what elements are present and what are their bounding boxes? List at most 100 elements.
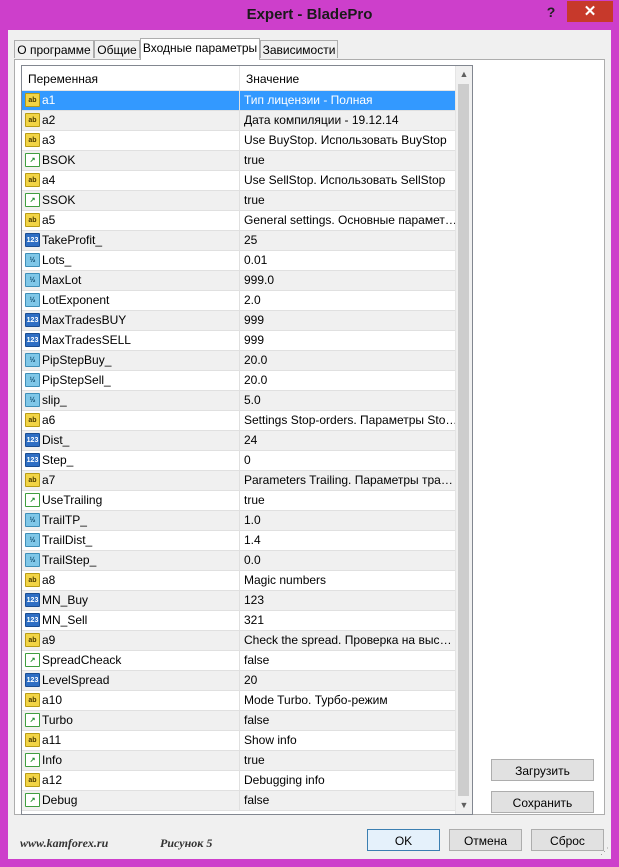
value-cell[interactable]: Mode Turbo. Турбо-режим — [240, 691, 458, 710]
table-row[interactable]: 123 Step_ 0 — [22, 451, 458, 471]
value-cell[interactable]: 321 — [240, 611, 458, 630]
variable-cell[interactable]: ↗ BSOK — [22, 151, 240, 170]
value-cell[interactable]: 0.01 — [240, 251, 458, 270]
table-row[interactable]: ½ TrailStep_ 0.0 — [22, 551, 458, 571]
variable-cell[interactable]: ab a9 — [22, 631, 240, 650]
table-row[interactable]: ½ LotExponent 2.0 — [22, 291, 458, 311]
value-cell[interactable]: 123 — [240, 591, 458, 610]
table-row[interactable]: ab a4 Use SellStop. Использовать SellStop — [22, 171, 458, 191]
table-row[interactable]: ½ MaxLot 999.0 — [22, 271, 458, 291]
value-cell[interactable]: Check the spread. Проверка на высокий... — [240, 631, 458, 650]
variable-cell[interactable]: 123 MN_Sell — [22, 611, 240, 630]
tab-inputs[interactable]: Входные параметры — [140, 38, 260, 60]
value-cell[interactable]: Debugging info — [240, 771, 458, 790]
variable-cell[interactable]: ↗ SpreadCheack — [22, 651, 240, 670]
scroll-up-icon[interactable]: ▲ — [456, 66, 472, 83]
table-row[interactable]: ↗ Debug false — [22, 791, 458, 811]
table-row[interactable]: ½ PipStepSell_ 20.0 — [22, 371, 458, 391]
variable-cell[interactable]: ½ LotExponent — [22, 291, 240, 310]
value-cell[interactable]: true — [240, 751, 458, 770]
table-row[interactable]: ab a11 Show info — [22, 731, 458, 751]
value-cell[interactable]: false — [240, 711, 458, 730]
value-cell[interactable]: Settings Stop-orders. Параметры Stop-op.… — [240, 411, 458, 430]
value-cell[interactable]: 1.4 — [240, 531, 458, 550]
variable-cell[interactable]: 123 LevelSpread — [22, 671, 240, 690]
value-cell[interactable]: Use BuyStop. Использовать BuyStop — [240, 131, 458, 150]
value-cell[interactable]: Use SellStop. Использовать SellStop — [240, 171, 458, 190]
table-row[interactable]: ab a1 Тип лицензии - Полная — [22, 91, 458, 111]
value-cell[interactable]: 1.0 — [240, 511, 458, 530]
value-cell[interactable]: Дата компиляции - 19.12.14 — [240, 111, 458, 130]
value-cell[interactable]: false — [240, 651, 458, 670]
vertical-scrollbar[interactable]: ▲ ▼ — [455, 66, 472, 814]
reset-button[interactable]: Сброс — [531, 829, 604, 851]
variable-cell[interactable]: 123 TakeProfit_ — [22, 231, 240, 250]
variable-cell[interactable]: ab a7 — [22, 471, 240, 490]
variable-cell[interactable]: ab a12 — [22, 771, 240, 790]
table-row[interactable]: 123 MaxTradesSELL 999 — [22, 331, 458, 351]
table-row[interactable]: ↗ SSOK true — [22, 191, 458, 211]
value-cell[interactable]: General settings. Основные параметры — [240, 211, 458, 230]
variable-cell[interactable]: ½ TrailDist_ — [22, 531, 240, 550]
variable-cell[interactable]: ½ MaxLot — [22, 271, 240, 290]
variable-cell[interactable]: ½ PipStepBuy_ — [22, 351, 240, 370]
table-row[interactable]: ↗ BSOK true — [22, 151, 458, 171]
table-row[interactable]: ½ TrailTP_ 1.0 — [22, 511, 458, 531]
variable-cell[interactable]: ↗ Info — [22, 751, 240, 770]
title-bar[interactable]: Expert - BladePro ? ✕ — [0, 0, 619, 30]
value-cell[interactable]: true — [240, 491, 458, 510]
table-row[interactable]: ab a5 General settings. Основные параметры — [22, 211, 458, 231]
table-row[interactable]: 123 LevelSpread 20 — [22, 671, 458, 691]
cancel-button[interactable]: Отмена — [449, 829, 522, 851]
table-row[interactable]: ↗ Turbo false — [22, 711, 458, 731]
variable-cell[interactable]: ½ TrailStep_ — [22, 551, 240, 570]
value-cell[interactable]: 24 — [240, 431, 458, 450]
table-row[interactable]: 123 Dist_ 24 — [22, 431, 458, 451]
value-cell[interactable]: Parameters Trailing. Параметры тралла — [240, 471, 458, 490]
table-row[interactable]: ab a8 Magic numbers — [22, 571, 458, 591]
variable-cell[interactable]: ab a4 — [22, 171, 240, 190]
tab-about[interactable]: О программе — [14, 40, 94, 58]
variable-cell[interactable]: 123 Dist_ — [22, 431, 240, 450]
variable-cell[interactable]: ab a11 — [22, 731, 240, 750]
help-button[interactable]: ? — [541, 4, 561, 22]
variable-cell[interactable]: ½ Lots_ — [22, 251, 240, 270]
variable-cell[interactable]: ½ PipStepSell_ — [22, 371, 240, 390]
value-cell[interactable]: true — [240, 151, 458, 170]
value-cell[interactable]: Magic numbers — [240, 571, 458, 590]
variable-cell[interactable]: ab a1 — [22, 91, 240, 110]
table-row[interactable]: ½ PipStepBuy_ 20.0 — [22, 351, 458, 371]
table-row[interactable]: 123 TakeProfit_ 25 — [22, 231, 458, 251]
scrollbar-thumb[interactable] — [458, 84, 469, 796]
value-cell[interactable]: 999.0 — [240, 271, 458, 290]
value-cell[interactable]: 20.0 — [240, 351, 458, 370]
value-cell[interactable]: 999 — [240, 331, 458, 350]
table-row[interactable]: ab a3 Use BuyStop. Использовать BuyStop — [22, 131, 458, 151]
save-button[interactable]: Сохранить — [491, 791, 594, 813]
value-cell[interactable]: true — [240, 191, 458, 210]
column-header-variable[interactable]: Переменная — [22, 66, 240, 90]
table-row[interactable]: ab a6 Settings Stop-orders. Параметры Stop… — [22, 411, 458, 431]
variable-cell[interactable]: ↗ UseTrailing — [22, 491, 240, 510]
tab-common[interactable]: Общие — [94, 40, 140, 58]
value-cell[interactable]: 0 — [240, 451, 458, 470]
table-row[interactable]: ½ slip_ 5.0 — [22, 391, 458, 411]
table-row[interactable]: 123 MN_Buy 123 — [22, 591, 458, 611]
value-cell[interactable]: 0.0 — [240, 551, 458, 570]
table-row[interactable]: ab a2 Дата компиляции - 19.12.14 — [22, 111, 458, 131]
value-cell[interactable]: Show info — [240, 731, 458, 750]
resize-grip-icon[interactable]: ⋰ — [600, 846, 609, 857]
variable-cell[interactable]: ½ slip_ — [22, 391, 240, 410]
variable-cell[interactable]: ab a8 — [22, 571, 240, 590]
value-cell[interactable]: 999 — [240, 311, 458, 330]
value-cell[interactable]: 5.0 — [240, 391, 458, 410]
variable-cell[interactable]: ↗ Turbo — [22, 711, 240, 730]
variable-cell[interactable]: ½ TrailTP_ — [22, 511, 240, 530]
variable-cell[interactable]: ab a3 — [22, 131, 240, 150]
variable-cell[interactable]: 123 Step_ — [22, 451, 240, 470]
value-cell[interactable]: 25 — [240, 231, 458, 250]
table-row[interactable]: ab a10 Mode Turbo. Турбо-режим — [22, 691, 458, 711]
table-row[interactable]: 123 MaxTradesBUY 999 — [22, 311, 458, 331]
column-header-value[interactable]: Значение — [240, 66, 458, 90]
variable-cell[interactable]: ab a2 — [22, 111, 240, 130]
